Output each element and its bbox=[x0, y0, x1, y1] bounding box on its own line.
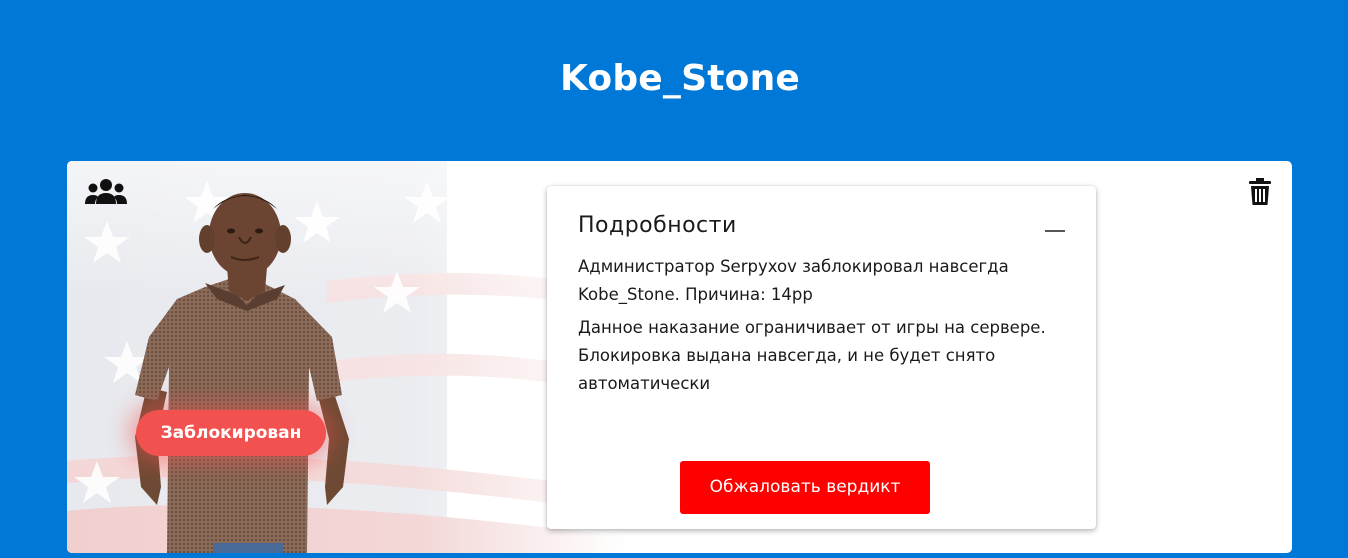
trash-icon[interactable] bbox=[1249, 178, 1271, 205]
player-skin-avatar bbox=[135, 193, 349, 553]
ban-summary-text: Администратор Serpyxov заблокировал навс… bbox=[578, 257, 1009, 304]
details-panel: Подробности Администратор Serpyxov забло… bbox=[547, 186, 1096, 529]
users-group-icon[interactable] bbox=[85, 178, 127, 206]
appeal-verdict-button[interactable]: Обжаловать вердикт bbox=[680, 461, 930, 514]
player-name-title: Kobe_Stone bbox=[559, 58, 801, 99]
ban-card: Заблокирован Подробности Администратор S… bbox=[67, 161, 1292, 553]
ban-description-text: Данное наказание ограничивает от игры на… bbox=[578, 318, 1046, 393]
page: Kobe_Stone Заблокирован Подробности Адми… bbox=[0, 0, 1348, 558]
minus-icon[interactable] bbox=[1045, 230, 1065, 232]
details-heading: Подробности bbox=[578, 213, 737, 238]
status-badge: Заблокирован bbox=[136, 410, 326, 456]
